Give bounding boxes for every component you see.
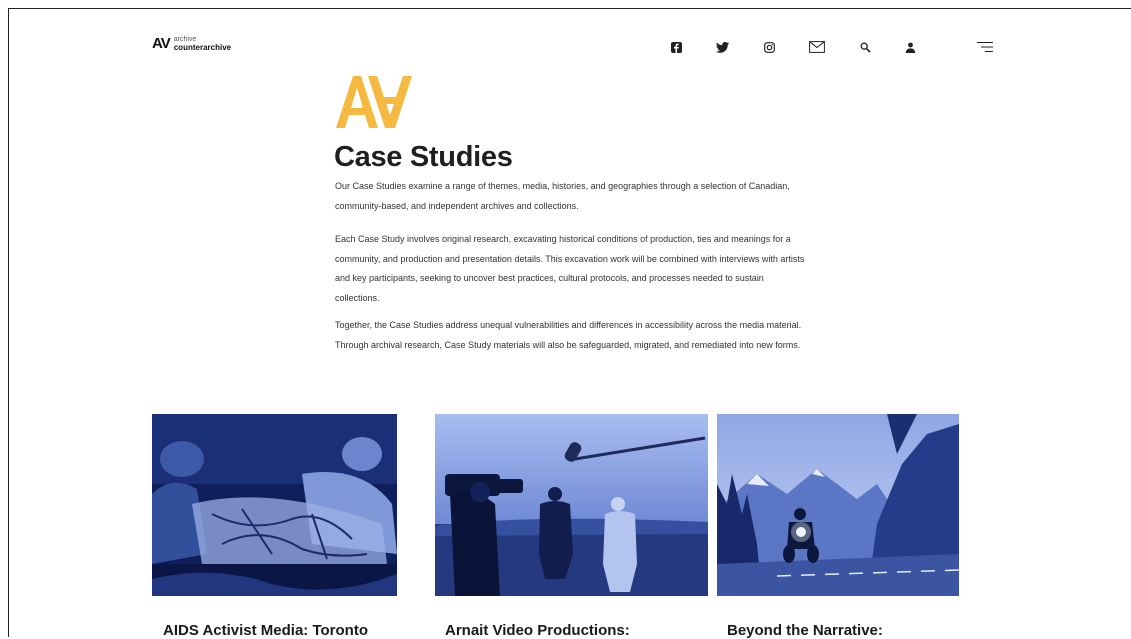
facebook-icon[interactable]	[669, 40, 683, 54]
intro-paragraph-1: Our Case Studies examine a range of them…	[335, 181, 790, 211]
page-title: Case Studies	[334, 141, 513, 173]
card-title-aids-activist-media[interactable]: AIDS Activist Media: Toronto	[163, 622, 368, 639]
brand-mark: AV	[152, 35, 171, 52]
intro-paragraph-3: Together, the Case Studies address unequ…	[335, 320, 802, 350]
instagram-icon[interactable]	[762, 40, 776, 54]
twitter-icon[interactable]	[715, 40, 729, 54]
card-image-aids-activist-media[interactable]	[152, 414, 397, 596]
brand-line-counterarchive: counterarchive	[173, 42, 232, 52]
intro-paragraph-2: Each Case Study involves original resear…	[335, 234, 805, 303]
card-title-beyond-the-narrative[interactable]: Beyond the Narrative:	[727, 622, 883, 639]
brand-text: archive counterarchive	[174, 36, 231, 52]
card-image-arnait-video[interactable]	[435, 414, 708, 596]
search-icon[interactable]	[858, 40, 872, 54]
menu-icon[interactable]	[976, 40, 994, 54]
card-title-arnait-video[interactable]: Arnait Video Productions:	[445, 622, 630, 639]
card-image-beyond-the-narrative[interactable]	[717, 414, 959, 596]
hero-logo	[334, 74, 412, 135]
brand-logo[interactable]: AV archive counterarchive	[152, 35, 231, 52]
user-icon[interactable]	[903, 40, 917, 54]
mail-icon[interactable]	[808, 40, 826, 54]
